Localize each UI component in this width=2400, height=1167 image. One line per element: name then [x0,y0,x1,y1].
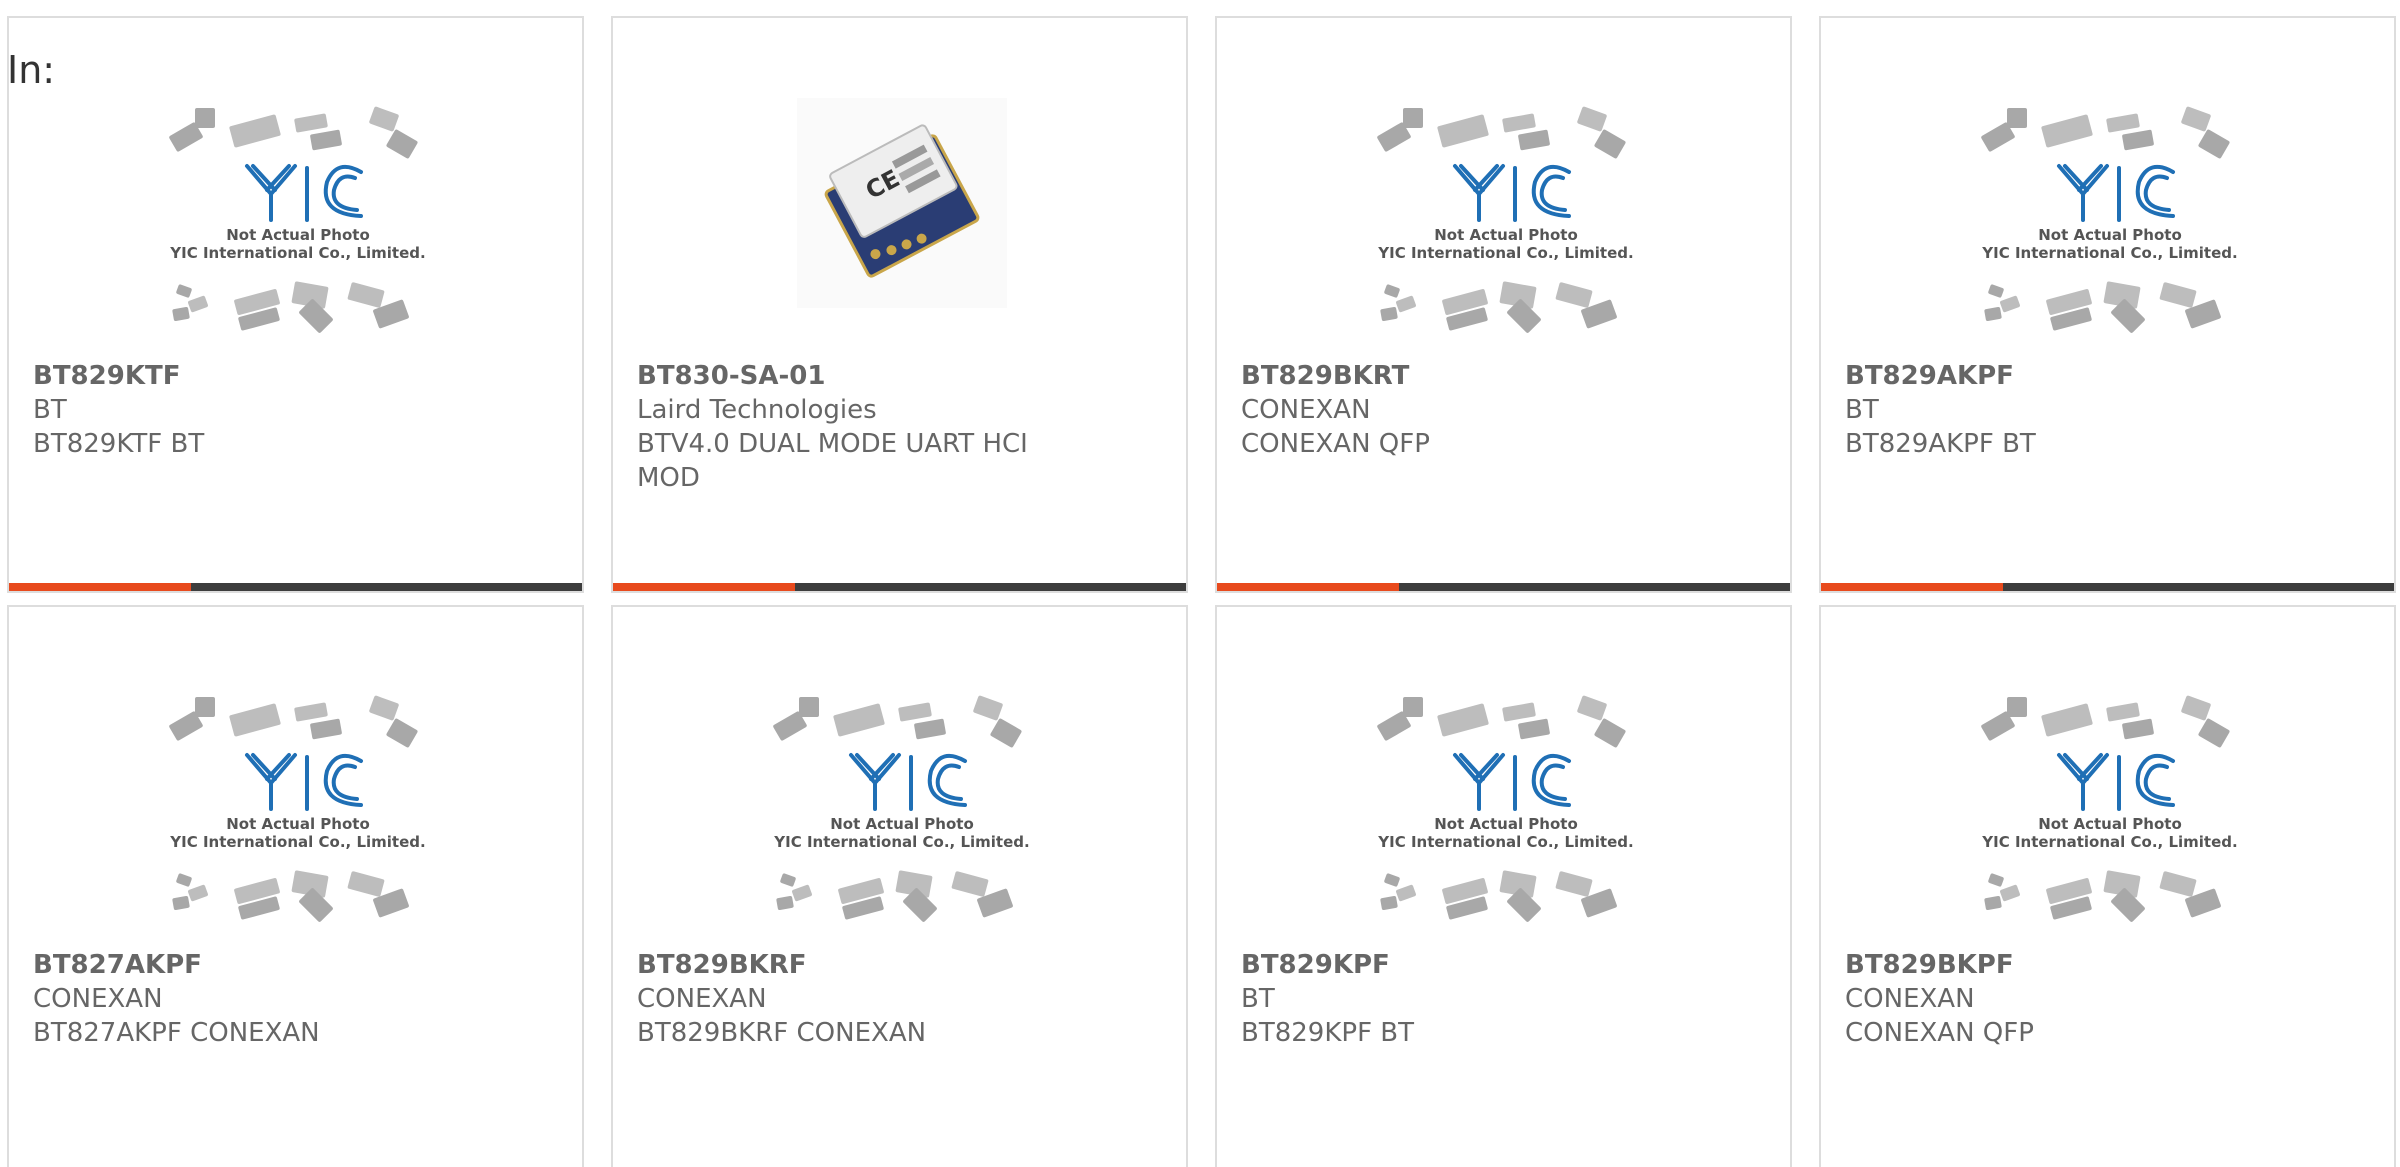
svg-text:Not Actual Photo: Not Actual Photo [2038,815,2182,833]
product-card[interactable]: Not Actual Photo YIC International Co., L… [1819,605,2396,1167]
manufacturer: CONEXAN [1241,395,1371,425]
product-card[interactable]: CE BT830-SA-01 Laird Technologies BTV4.0… [611,16,1188,593]
manufacturer: Laird Technologies [637,395,877,425]
product-card[interactable]: Not Actual Photo YIC International Co., L… [611,605,1188,1167]
part-number-link[interactable]: BT830-SA-01 [637,359,1077,393]
manufacturer: BT [1241,984,1275,1014]
manufacturer: BT [33,395,67,425]
svg-text:YIC International Co., Limited: YIC International Co., Limited. [773,833,1029,851]
svg-text:YIC International Co., Limited: YIC International Co., Limited. [1981,833,2237,851]
product-text: BT830-SA-01 Laird Technologies BTV4.0 DU… [637,359,1077,495]
not-actual-photo-graphic: Not Actual PhotoYIC International Co., L… [773,695,1030,922]
product-card[interactable]: Not Actual Photo YIC International Co., L… [7,605,584,1167]
bar-accent [1821,583,2003,591]
description: CONEXAN QFP [1845,1018,2034,1048]
svg-text:YIC International Co., Limited: YIC International Co., Limited. [169,833,425,851]
part-number-link[interactable]: BT829AKPF [1845,359,2285,393]
svg-text:YIC International Co., Limited: YIC International Co., Limited. [1377,244,1633,262]
svg-text:Not Actual Photo: Not Actual Photo [226,226,370,244]
product-text: BT829BKPF CONEXAN CONEXAN QFP [1845,948,2285,1050]
card-bottom-bar [613,583,1186,591]
bar-accent [9,583,191,591]
svg-text:YIC International Co., Limited: YIC International Co., Limited. [1377,833,1633,851]
not-actual-photo-graphic: Not Actual PhotoYIC International Co., L… [1377,106,1634,333]
card-bottom-bar [1217,583,1790,591]
product-text: BT829BKRF CONEXAN BT829BKRF CONEXAN [637,948,1077,1050]
part-number-link[interactable]: BT829KPF [1241,948,1681,982]
placeholder-image[interactable]: Not Actual Photo YIC International Co., L… [1973,98,2247,344]
product-text: BT829BKRT CONEXAN CONEXAN QFP [1241,359,1681,461]
not-actual-photo-graphic: Not Actual PhotoYIC International Co., L… [1981,695,2238,922]
placeholder-image[interactable]: Not Actual Photo YIC International Co., L… [161,687,435,933]
description: BT827AKPF CONEXAN [33,1018,320,1048]
product-grid-page: Not Actual Photo YIC International Co., L… [0,0,2400,1167]
product-text: BT829AKPF BT BT829AKPF BT [1845,359,2285,461]
manufacturer: CONEXAN [1845,984,1975,1014]
svg-text:YIC International Co., Limited: YIC International Co., Limited. [169,244,425,262]
description: BT829BKRF CONEXAN [637,1018,927,1048]
part-number-link[interactable]: BT829BKPF [1845,948,2285,982]
part-number-link[interactable]: BT829BKRF [637,948,1077,982]
bar-accent [613,583,795,591]
not-actual-photo-graphic: Not Actual PhotoYIC International Co., L… [169,695,426,922]
svg-text:Not Actual Photo: Not Actual Photo [830,815,974,833]
filter-label: In: [7,48,56,92]
svg-text:YIC International Co., Limited: YIC International Co., Limited. [1981,244,2237,262]
description: BT829AKPF BT [1845,429,2036,459]
product-card[interactable]: Not Actual Photo YIC International Co., L… [1215,16,1792,593]
card-bottom-bar [1821,583,2394,591]
svg-text:Not Actual Photo: Not Actual Photo [1434,226,1578,244]
product-card[interactable]: Not Actual Photo YIC International Co., L… [1215,605,1792,1167]
manufacturer: BT [1845,395,1879,425]
module-photo[interactable]: CE [797,98,1007,308]
not-actual-photo-graphic: Not Actual PhotoYIC International Co., L… [169,106,426,333]
placeholder-image[interactable]: Not Actual Photo YIC International Co., L… [1973,687,2247,933]
product-text: BT829KTF BT BT829KTF BT [33,359,473,461]
card-bottom-bar [9,583,582,591]
manufacturer: CONEXAN [637,984,767,1014]
part-number-link[interactable]: BT829KTF [33,359,473,393]
part-number-link[interactable]: BT827AKPF [33,948,473,982]
product-card[interactable]: Not Actual Photo YIC International Co., L… [1819,16,2396,593]
svg-text:Not Actual Photo: Not Actual Photo [226,815,370,833]
svg-text:Not Actual Photo: Not Actual Photo [1434,815,1578,833]
not-actual-photo-graphic: Not Actual PhotoYIC International Co., L… [1377,695,1634,922]
module-image: CE [797,98,1007,308]
placeholder-image[interactable]: Not Actual Photo YIC International Co., L… [1369,98,1643,344]
placeholder-image[interactable]: Not Actual Photo YIC International Co., L… [1369,687,1643,933]
description: CONEXAN QFP [1241,429,1430,459]
not-actual-photo-graphic: Not Actual PhotoYIC International Co., L… [1981,106,2238,333]
description: BT829KTF BT [33,429,205,459]
product-text: BT827AKPF CONEXAN BT827AKPF CONEXAN [33,948,473,1050]
bar-accent [1217,583,1399,591]
manufacturer: CONEXAN [33,984,163,1014]
description: BTV4.0 DUAL MODE UART HCI MOD [637,429,1028,493]
placeholder-image[interactable]: Not Actual Photo YIC International Co., L… [765,687,1039,933]
product-text: BT829KPF BT BT829KPF BT [1241,948,1681,1050]
placeholder-image[interactable]: Not Actual Photo YIC International Co., L… [161,98,435,344]
product-card[interactable]: Not Actual Photo YIC International Co., L… [7,16,584,593]
svg-text:Not Actual Photo: Not Actual Photo [2038,226,2182,244]
part-number-link[interactable]: BT829BKRT [1241,359,1681,393]
description: BT829KPF BT [1241,1018,1415,1048]
